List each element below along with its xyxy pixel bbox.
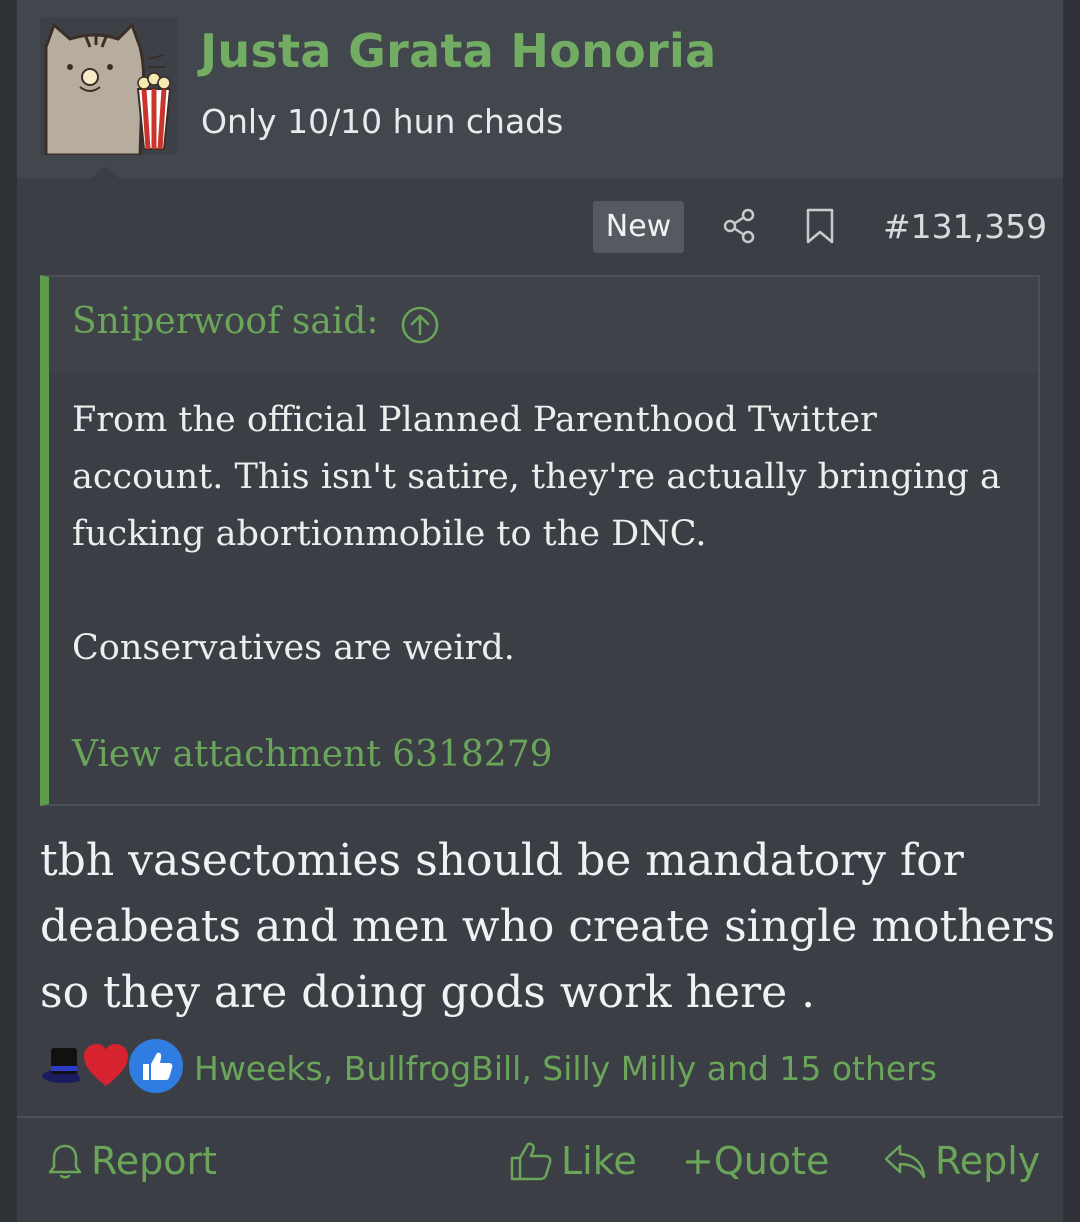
- like-button[interactable]: Like: [509, 1133, 637, 1189]
- bookmark-icon[interactable]: [805, 208, 835, 248]
- thumbs-up-outline-icon: [510, 1142, 552, 1181]
- username[interactable]: Justa Grata Honoria: [200, 24, 716, 78]
- quote-line: From the official Planned Parenthood Twi…: [72, 400, 877, 440]
- header-pointer: [91, 166, 119, 178]
- reply-label: Reply: [935, 1139, 1041, 1183]
- reply-button[interactable]: Reply: [883, 1133, 1040, 1189]
- forum-post: Justa Grata Honoria Only 10/10 hun chads…: [17, 0, 1063, 1222]
- quote-line: Conservatives are weird.: [72, 628, 515, 668]
- like-label: Like: [561, 1139, 637, 1183]
- quote-line: fucking abortionmobile to the DNC.: [72, 514, 707, 554]
- post-message: tbh vasectomies should be mandatory for …: [40, 828, 1056, 1026]
- quote-body: From the official Planned Parenthood Twi…: [72, 392, 1032, 677]
- quote-label: +Quote: [682, 1139, 830, 1183]
- arrow-up-circle-icon[interactable]: [400, 305, 440, 349]
- quote-block: Sniperwoof said: From the official Plann…: [40, 275, 1040, 806]
- post-header: Justa Grata Honoria Only 10/10 hun chads: [17, 0, 1063, 178]
- bell-icon: [48, 1144, 82, 1179]
- quote-line: account. This isn't satire, they're actu…: [72, 457, 1001, 497]
- new-badge: New: [593, 201, 684, 253]
- message-line: tbh vasectomies should be mandatory for: [40, 835, 964, 886]
- message-line: deabeats and men who create single mothe…: [40, 901, 1056, 952]
- footer-divider: [17, 1116, 1063, 1118]
- report-button[interactable]: Report: [47, 1133, 217, 1189]
- thumbs-up-icon: [126, 1036, 186, 1100]
- avatar[interactable]: [40, 17, 177, 155]
- view-attachment-link[interactable]: View attachment 6318279: [72, 734, 553, 775]
- report-label: Report: [91, 1139, 217, 1183]
- reactions-bar[interactable]: Hweeks, BullfrogBill, Silly Milly and 15…: [34, 1036, 1034, 1096]
- post-number[interactable]: #131,359: [883, 207, 1047, 246]
- quote-attribution[interactable]: Sniperwoof said:: [72, 301, 378, 342]
- quote-button[interactable]: +Quote: [682, 1133, 829, 1189]
- reaction-names-link[interactable]: Hweeks, BullfrogBill, Silly Milly and 15…: [194, 1049, 937, 1088]
- message-line: so they are doing gods work here .: [40, 967, 816, 1018]
- quote-header: Sniperwoof said:: [49, 277, 1038, 372]
- share-icon[interactable]: [721, 208, 757, 248]
- reply-arrow-icon: [884, 1144, 926, 1179]
- post-meta: New #131,359: [17, 200, 1063, 254]
- user-title: Only 10/10 hun chads: [201, 102, 564, 141]
